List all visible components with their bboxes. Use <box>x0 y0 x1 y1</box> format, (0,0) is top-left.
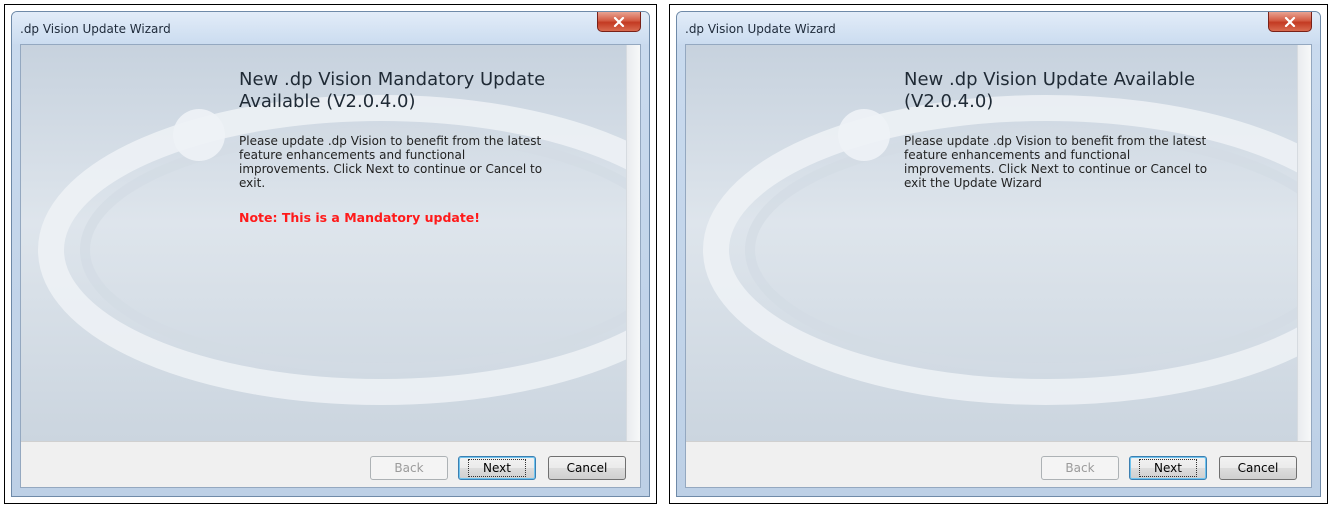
update-description: Please update .dp Vision to benefit from… <box>239 134 543 190</box>
button-bar: Back Next Cancel <box>686 441 1311 487</box>
close-button[interactable] <box>1268 12 1312 32</box>
cancel-label: Cancel <box>1237 461 1279 475</box>
next-label: Next <box>468 459 526 477</box>
update-wizard-window: .dp Vision Update Wizard New .dp Vision … <box>676 11 1321 497</box>
wizard-content: New .dp Vision Update Available (V2.0.4.… <box>904 69 1224 190</box>
close-button[interactable] <box>597 12 641 32</box>
back-label: Back <box>394 461 424 475</box>
back-button: Back <box>370 456 448 480</box>
update-heading: New .dp Vision Mandatory Update Availabl… <box>239 69 546 112</box>
title-bar[interactable]: .dp Vision Update Wizard <box>12 12 649 44</box>
scrollbar-track <box>626 45 640 441</box>
back-button: Back <box>1041 456 1119 480</box>
wizard-banner: New .dp Vision Mandatory Update Availabl… <box>21 45 640 441</box>
close-icon <box>1284 16 1296 27</box>
cancel-button[interactable]: Cancel <box>1219 456 1297 480</box>
screenshot-panel-optional: .dp Vision Update Wizard New .dp Vision … <box>669 4 1328 504</box>
wizard-content: New .dp Vision Mandatory Update Availabl… <box>239 69 559 225</box>
update-heading: New .dp Vision Update Available (V2.0.4.… <box>904 69 1196 112</box>
mandatory-note: Note: This is a Mandatory update! <box>239 210 480 225</box>
update-wizard-window: .dp Vision Update Wizard New .dp Vision … <box>11 11 650 497</box>
close-icon <box>613 16 625 27</box>
window-title: .dp Vision Update Wizard <box>20 22 171 36</box>
button-bar: Back Next Cancel <box>21 441 640 487</box>
scrollbar-track <box>1297 45 1311 441</box>
next-label: Next <box>1139 459 1197 477</box>
back-label: Back <box>1065 461 1095 475</box>
wizard-banner: New .dp Vision Update Available (V2.0.4.… <box>686 45 1311 441</box>
title-bar[interactable]: .dp Vision Update Wizard <box>677 12 1320 44</box>
window-title: .dp Vision Update Wizard <box>685 22 836 36</box>
wizard-client-area: New .dp Vision Update Available (V2.0.4.… <box>685 44 1312 488</box>
cancel-label: Cancel <box>566 461 608 475</box>
cancel-button[interactable]: Cancel <box>548 456 626 480</box>
wizard-client-area: New .dp Vision Mandatory Update Availabl… <box>20 44 641 488</box>
update-description: Please update .dp Vision to benefit from… <box>904 134 1208 190</box>
next-button[interactable]: Next <box>458 456 536 480</box>
next-button[interactable]: Next <box>1129 456 1207 480</box>
screenshot-panel-mandatory: .dp Vision Update Wizard New .dp Vision … <box>4 4 657 504</box>
